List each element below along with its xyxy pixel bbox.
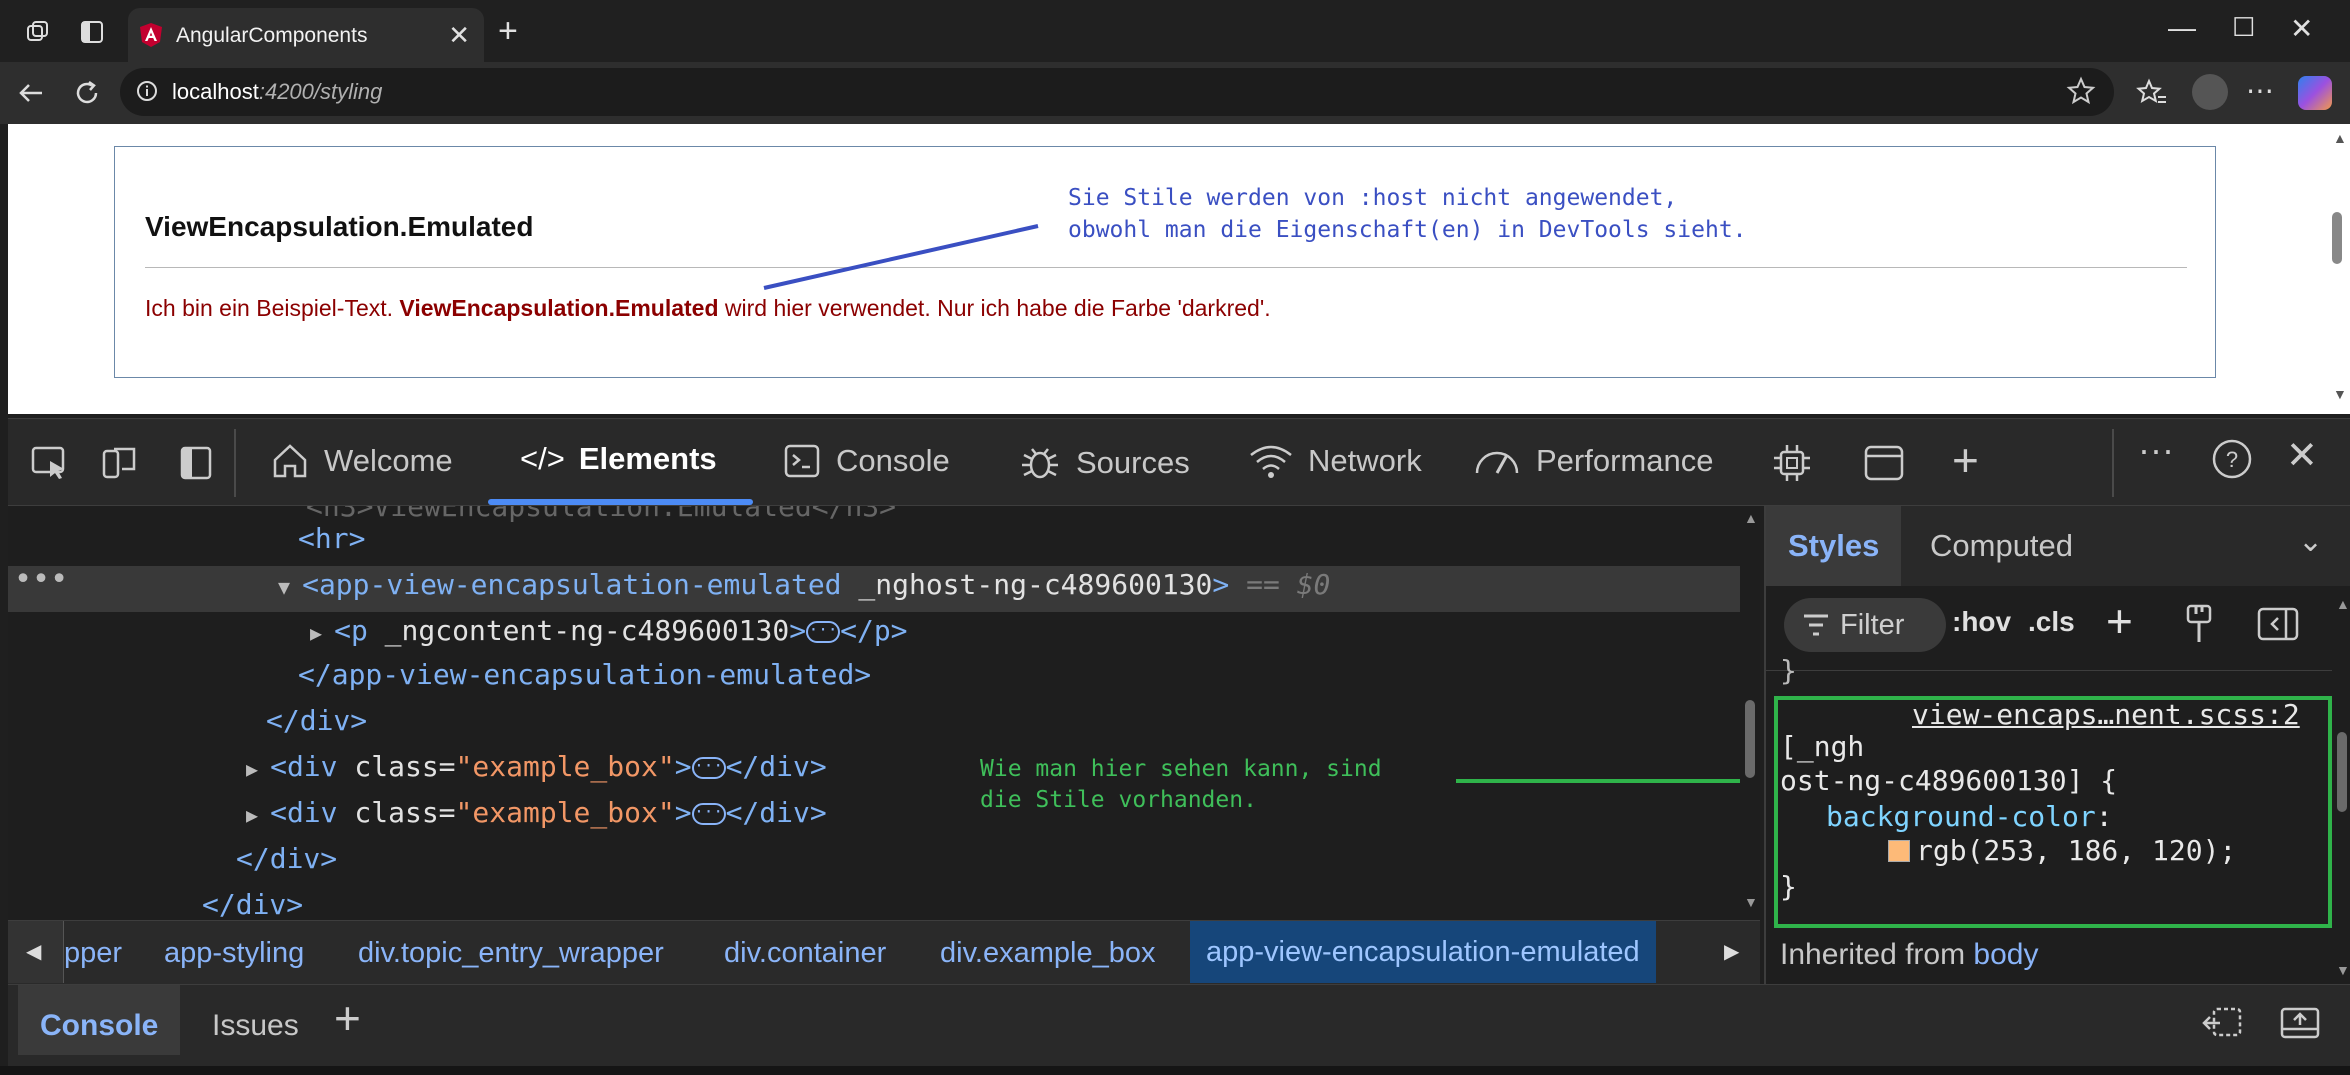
- tab-sources[interactable]: Sources: [1018, 441, 1190, 485]
- breadcrumb-item-selected[interactable]: app-view-encapsulation-emulated: [1190, 921, 1656, 983]
- browser-tab-active[interactable]: AngularComponents ✕: [128, 8, 484, 62]
- paint-brush-icon[interactable]: [2184, 602, 2214, 646]
- address-bar[interactable]: localhost:4200/styling: [120, 68, 2114, 116]
- page-viewport: ViewEncapsulation.Emulated Ich bin ein B…: [8, 124, 2324, 414]
- active-tab-indicator: [488, 499, 753, 505]
- css-property-value[interactable]: rgb(253, 186, 120);: [1916, 834, 2236, 867]
- color-swatch[interactable]: [1888, 840, 1910, 862]
- more-options-icon[interactable]: ⋯: [2246, 74, 2274, 107]
- tab-styles[interactable]: Styles: [1766, 506, 1902, 586]
- toggle-sidebar-icon[interactable]: [176, 443, 216, 483]
- breadcrumb-item[interactable]: app-styling: [164, 937, 304, 970]
- rule-selector[interactable]: ost-ng-c489600130] {: [1780, 764, 2117, 797]
- more-tools-plus-icon[interactable]: +: [1952, 433, 1979, 487]
- minimize-icon[interactable]: —: [2168, 12, 2196, 44]
- application-panel-icon[interactable]: [1862, 443, 1906, 483]
- css-property-name[interactable]: background-color:: [1826, 800, 2113, 833]
- vertical-tabs-icon[interactable]: [78, 18, 106, 46]
- class-toggle[interactable]: .cls: [2028, 606, 2075, 638]
- devtools-tabbar: Welcome </> Elements Console Sources Net…: [8, 418, 2350, 506]
- wifi-icon: [1250, 445, 1292, 478]
- page-scrollbar[interactable]: ▲ ▼: [2324, 124, 2350, 414]
- previous-rule-brace: }: [1780, 654, 1797, 687]
- browser-titlebar: AngularComponents ✕ + — ☐ ✕: [0, 0, 2350, 62]
- breadcrumb-item[interactable]: div.topic_entry_wrapper: [358, 937, 664, 970]
- drawer-tab-console[interactable]: Console: [18, 985, 181, 1055]
- memory-chip-icon[interactable]: [1770, 441, 1814, 485]
- undock-drawer-icon[interactable]: [2278, 1003, 2322, 1043]
- inspect-element-icon[interactable]: [30, 443, 70, 483]
- filter-icon: [1804, 614, 1828, 636]
- bug-icon: [1022, 448, 1058, 479]
- breadcrumb-item[interactable]: div.container: [724, 937, 886, 970]
- hover-state-toggle[interactable]: :hov: [1952, 606, 2011, 638]
- devtools-drawer: Console Issues +: [8, 984, 2350, 1066]
- tab-welcome[interactable]: Welcome: [270, 441, 453, 481]
- favorites-icon[interactable]: [2136, 78, 2168, 108]
- breadcrumb-item[interactable]: pper: [64, 937, 122, 970]
- tab-network[interactable]: Network: [1248, 441, 1422, 481]
- new-rule-plus-icon[interactable]: +: [2106, 594, 2133, 648]
- inherited-from-label: Inherited from body: [1780, 938, 2039, 971]
- dock-to-main-icon[interactable]: [2200, 1003, 2244, 1043]
- computed-sidebar-icon[interactable]: [2256, 606, 2300, 642]
- url-text: localhost:4200/styling: [172, 79, 383, 104]
- tab-title: AngularComponents: [176, 24, 368, 47]
- back-icon[interactable]: [16, 78, 46, 108]
- bottom-edge: [0, 1066, 2350, 1075]
- annotation-arrow-green: [1456, 779, 1760, 783]
- reload-icon[interactable]: [72, 78, 102, 108]
- tab-console[interactable]: Console: [782, 441, 950, 481]
- home-icon: [273, 444, 307, 478]
- breadcrumb-item[interactable]: div.example_box: [940, 937, 1155, 970]
- breadcrumb-scroll-left[interactable]: ◀: [8, 921, 64, 983]
- help-icon[interactable]: ?: [2210, 437, 2254, 481]
- favorite-star-icon[interactable]: [2066, 76, 2096, 106]
- rule-source-link[interactable]: view-encaps…nent.scss:2: [1912, 698, 2300, 731]
- angular-logo-icon: [140, 23, 162, 47]
- new-tab-icon[interactable]: +: [498, 12, 518, 51]
- tab-close-icon[interactable]: ✕: [448, 20, 470, 51]
- browser-toolbar: localhost:4200/styling ⋯: [0, 62, 2350, 124]
- maximize-icon[interactable]: ☐: [2232, 12, 2255, 43]
- elements-tree: <h3>ViewEncapsulation.Emulated</h3> <hr>…: [8, 506, 1760, 920]
- annotation-arrow-blue: [763, 224, 1039, 290]
- profile-avatar[interactable]: [2192, 74, 2228, 110]
- window-close-icon[interactable]: ✕: [2290, 12, 2313, 45]
- svg-text:?: ?: [2226, 447, 2238, 472]
- breadcrumb-scroll-right[interactable]: ▶: [1704, 921, 1760, 983]
- divider: [1766, 670, 2332, 671]
- breadcrumb: ◀ pper app-styling div.topic_entry_wrapp…: [8, 920, 1760, 984]
- highlighted-style-rule: view-encaps…nent.scss:2 [_ngh ost-ng-c48…: [1774, 696, 2332, 928]
- device-emulation-icon[interactable]: [100, 443, 140, 483]
- console-icon: [784, 444, 820, 478]
- elements-scrollbar[interactable]: ▲ ▼: [1740, 506, 1760, 918]
- styles-tabbar: Styles Computed ⌄: [1766, 506, 2350, 586]
- rule-selector[interactable]: [_ngh: [1780, 730, 1864, 763]
- devtools-close-icon[interactable]: ✕: [2286, 433, 2318, 478]
- tab-performance[interactable]: Performance: [1472, 441, 1713, 481]
- workspaces-icon[interactable]: [24, 18, 52, 46]
- drawer-tab-issues[interactable]: Issues: [190, 985, 321, 1055]
- copilot-icon[interactable]: [2298, 76, 2332, 110]
- devtools-more-icon[interactable]: ···: [2138, 429, 2174, 471]
- styles-pane: Styles Computed ⌄ Filter :hov .cls + } v…: [1764, 506, 2350, 984]
- tab-computed[interactable]: Computed: [1930, 528, 2073, 564]
- chevron-down-icon[interactable]: ⌄: [2298, 524, 2323, 559]
- styles-filter-input[interactable]: Filter: [1784, 598, 1946, 652]
- rule-close-brace: }: [1780, 870, 1797, 903]
- tab-elements[interactable]: </> Elements: [520, 441, 717, 477]
- site-info-icon[interactable]: [136, 80, 158, 102]
- code-brackets-icon: </>: [520, 441, 565, 476]
- inherited-element-link[interactable]: body: [1973, 938, 2038, 971]
- add-drawer-tab-icon[interactable]: +: [334, 991, 361, 1045]
- gauge-icon: [1475, 451, 1519, 474]
- styles-scrollbar[interactable]: ▲ ▼: [2332, 592, 2350, 984]
